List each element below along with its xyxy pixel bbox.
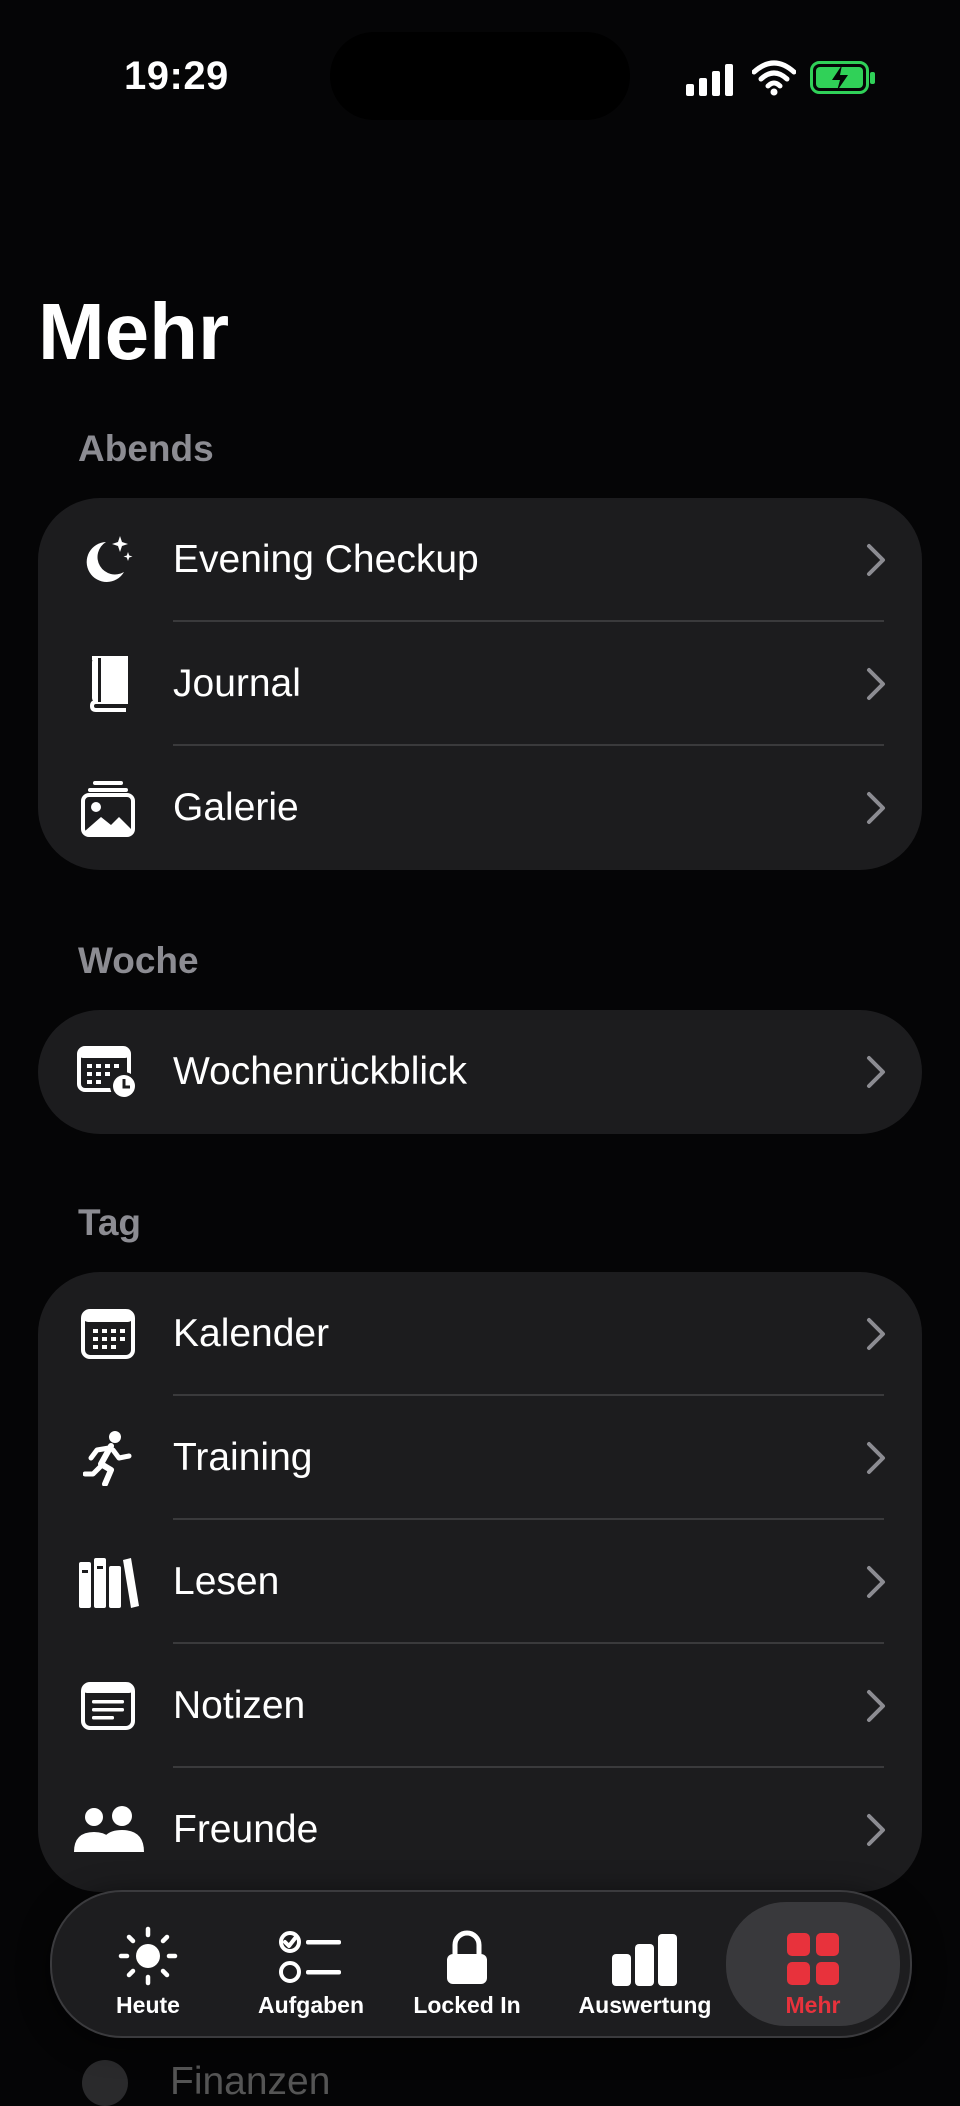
calendar-clock-icon bbox=[68, 1010, 148, 1134]
chevron-right-icon bbox=[867, 544, 885, 576]
section-header-abends: Abends bbox=[78, 428, 214, 469]
section-card-woche: Wochenrückblick bbox=[38, 1010, 922, 1134]
cellular-signal-icon bbox=[686, 64, 733, 96]
tab-label: Mehr bbox=[785, 1992, 841, 2018]
menu-row-freunde[interactable]: Freunde bbox=[38, 1768, 922, 1892]
tab-heute[interactable]: Heute bbox=[98, 1892, 198, 2036]
books-icon bbox=[68, 1520, 148, 1644]
tab-label: Auswertung bbox=[578, 1992, 712, 2018]
battery-charging-icon bbox=[810, 61, 875, 94]
book-icon bbox=[68, 622, 148, 746]
tab-locked-in[interactable]: Locked In bbox=[402, 1892, 532, 2036]
menu-row-label: Galerie bbox=[173, 786, 299, 829]
section-card-abends: Evening Checkup Journal Galerie bbox=[38, 498, 922, 870]
menu-row-label: Notizen bbox=[173, 1684, 306, 1727]
menu-row-label: Wochenrückblick bbox=[173, 1050, 468, 1093]
tab-bar: Heute Aufgaben Locked In Auswertung Mehr bbox=[50, 1890, 912, 2038]
menu-row-lesen[interactable]: Lesen bbox=[38, 1520, 922, 1644]
moon-stars-icon bbox=[68, 498, 148, 622]
checklist-icon bbox=[279, 1916, 343, 1986]
page-title: Mehr bbox=[38, 287, 230, 376]
chevron-right-icon bbox=[867, 1442, 885, 1474]
chevron-right-icon bbox=[867, 1318, 885, 1350]
section-card-tag: Kalender Training Lesen Notizen Freunde bbox=[38, 1272, 922, 1892]
sun-icon bbox=[118, 1916, 178, 1986]
menu-row-label: Journal bbox=[173, 662, 301, 705]
wifi-icon bbox=[752, 60, 796, 96]
chevron-right-icon bbox=[867, 1566, 885, 1598]
menu-row-wochenrueckblick[interactable]: Wochenrückblick bbox=[38, 1010, 922, 1134]
menu-row-notizen[interactable]: Notizen bbox=[38, 1644, 922, 1768]
tab-label: Aufgaben bbox=[257, 1992, 365, 2018]
tab-mehr[interactable]: Mehr bbox=[726, 1902, 900, 2026]
runner-icon bbox=[68, 1396, 148, 1520]
tab-label: Locked In bbox=[413, 1992, 521, 2018]
calendar-icon bbox=[68, 1272, 148, 1396]
menu-row-galerie[interactable]: Galerie bbox=[38, 746, 922, 870]
tab-aufgaben[interactable]: Aufgaben bbox=[246, 1892, 376, 2036]
chevron-right-icon bbox=[867, 1690, 885, 1722]
dynamic-island bbox=[330, 32, 630, 120]
status-time: 19:29 bbox=[124, 54, 229, 98]
chevron-right-icon bbox=[867, 792, 885, 824]
section-header-woche: Woche bbox=[78, 940, 199, 981]
tab-auswertung[interactable]: Auswertung bbox=[570, 1892, 720, 2036]
menu-row-training[interactable]: Training bbox=[38, 1396, 922, 1520]
people-icon bbox=[68, 1768, 148, 1892]
menu-row-label: Lesen bbox=[173, 1560, 280, 1603]
tab-label: Heute bbox=[116, 1992, 180, 2018]
bar-chart-icon bbox=[610, 1916, 680, 1986]
menu-row-kalender[interactable]: Kalender bbox=[38, 1272, 922, 1396]
menu-row-evening-checkup[interactable]: Evening Checkup bbox=[38, 498, 922, 622]
menu-row-label: Freunde bbox=[173, 1808, 319, 1851]
menu-row-label: Kalender bbox=[173, 1312, 330, 1355]
finanzen-icon bbox=[82, 2060, 128, 2106]
menu-row-journal[interactable]: Journal bbox=[38, 622, 922, 746]
menu-row-label: Training bbox=[173, 1436, 313, 1479]
menu-row-label: Evening Checkup bbox=[173, 538, 479, 581]
chevron-right-icon bbox=[867, 1056, 885, 1088]
menu-row-finanzen-label: Finanzen bbox=[170, 2060, 331, 2103]
section-header-tag: Tag bbox=[78, 1202, 142, 1243]
chevron-right-icon bbox=[867, 1814, 885, 1846]
lock-icon bbox=[445, 1916, 489, 1986]
grid-icon bbox=[786, 1916, 840, 1986]
notes-icon bbox=[68, 1644, 148, 1768]
status-bar: 19:29 bbox=[0, 0, 960, 150]
chevron-right-icon bbox=[867, 668, 885, 700]
photo-stack-icon bbox=[68, 746, 148, 870]
